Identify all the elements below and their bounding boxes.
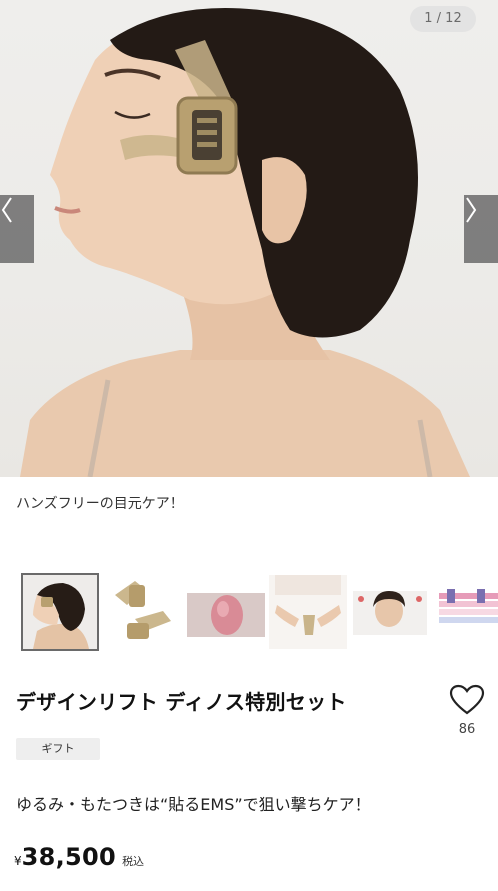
favorite-count: 86 xyxy=(458,722,476,737)
next-image-button[interactable] xyxy=(464,195,498,263)
thumbnail-strip xyxy=(0,572,498,654)
product-main-image[interactable]: 1 / 12 xyxy=(0,0,498,477)
chevron-left-icon xyxy=(1,197,12,223)
gift-tag: ギフト xyxy=(16,738,100,760)
product-catchcopy: ゆるみ・もたつきは“貼るEMS”で狙い撃ちケア！ xyxy=(16,795,371,814)
thumbnail-6[interactable] xyxy=(433,575,498,649)
image-caption: ハンズフリーの目元ケア！ xyxy=(16,496,184,512)
thumbnail-2[interactable] xyxy=(105,575,183,649)
thumbnail-3[interactable] xyxy=(187,575,265,649)
thumbnail-image xyxy=(187,575,265,649)
currency-symbol: ¥ xyxy=(14,854,22,868)
thumbnail-1[interactable] xyxy=(21,573,99,651)
thumbnail-image xyxy=(105,575,183,649)
thumbnail-image xyxy=(351,575,429,649)
thumbnail-image xyxy=(23,575,97,649)
thumbnail-5[interactable] xyxy=(351,575,429,649)
product-title: デザインリフト ディノス特別セット xyxy=(16,690,347,714)
product-photo xyxy=(20,8,470,477)
thumbnail-4[interactable] xyxy=(269,575,347,649)
chevron-right-icon xyxy=(466,197,477,223)
tax-label: 税込 xyxy=(122,855,145,868)
thumbnail-image xyxy=(269,575,347,649)
prev-image-button[interactable] xyxy=(0,195,34,263)
image-counter: 1 / 12 xyxy=(410,6,476,32)
price-amount: 38,500 xyxy=(21,843,117,871)
heart-icon xyxy=(449,684,485,715)
price: ¥38,500 税込 xyxy=(14,843,144,871)
thumbnail-image xyxy=(433,575,498,649)
favorite-button[interactable]: 86 xyxy=(447,684,487,737)
